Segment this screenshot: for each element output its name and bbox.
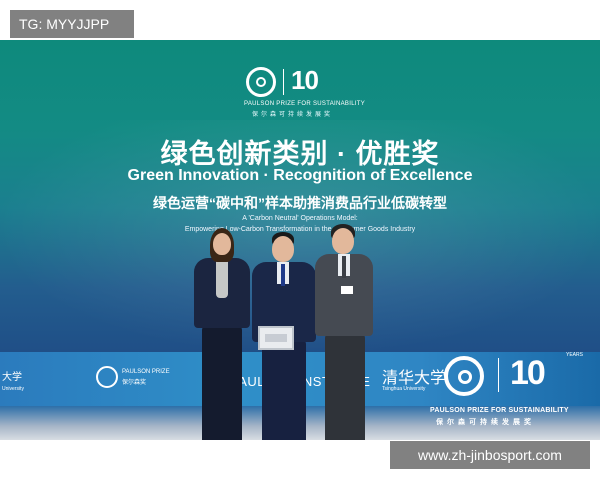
paulson-large-mark-icon [444,356,484,396]
paulson-prize-mark-icon [96,366,118,388]
banner-paulson-prize-cn: 保尔森奖 [122,380,147,386]
person-head [272,236,294,262]
award-title-english: Green Innovation · Recognition of Excell… [127,167,473,184]
banner-tsinghua-cn: 清华大学 [382,370,447,387]
person-man-right [315,224,373,440]
paulson-logo-mark-icon [246,67,276,97]
banner-caption-english: PAULSON PRIZE FOR SUSTAINABILITY [430,407,569,414]
banner-university-cn: 大学 [2,372,22,383]
banner-tsinghua-en: Tsinghua University [382,386,426,392]
person-legs [262,340,306,440]
logo-ten-years: 10 [291,65,319,95]
banner-years: YEARS [566,352,583,358]
person-tie [281,264,285,286]
award-subtitle-chinese: 绿色运营“碳中和”样本助推消费品行业低碳转型 [153,195,447,211]
banner-university-en: University [2,386,24,392]
logo-english-text: PAULSON PRIZE FOR SUSTAINABILITY [244,101,366,107]
watermark-bottom-right: www.zh-jinbosport.com [390,441,590,469]
banner-paulson-prize-en: PAULSON PRIZE [122,369,170,375]
person-woman-left [192,228,252,440]
logo-divider [283,69,284,95]
person-scarf [216,258,228,298]
award-title-chinese: 绿色创新类别 · 优胜奖 [160,139,440,169]
person-head [332,228,354,254]
banner-big-ten: 10 [510,354,546,392]
award-certificate [258,326,294,350]
banner-caption-chinese: 保尔森可持续发展奖 [436,419,535,426]
banner-divider [498,358,499,392]
name-badge [341,286,353,294]
event-photo: 10 PAULSON PRIZE FOR SUSTAINABILITY 保尔森可… [0,40,600,440]
person-legs [325,334,365,440]
person-legs [202,326,242,440]
logo-chinese-text: 保尔森可持续发展奖 [252,112,334,118]
person-head [213,233,231,255]
person-tie [342,256,346,278]
award-subtitle-english-line1: A 'Carbon Neutral' Operations Model: [242,215,358,222]
paulson-prize-logo: 10 PAULSON PRIZE FOR SUSTAINABILITY 保尔森可… [244,65,365,127]
watermark-top-left: TG: MYYJJPP [10,10,134,38]
